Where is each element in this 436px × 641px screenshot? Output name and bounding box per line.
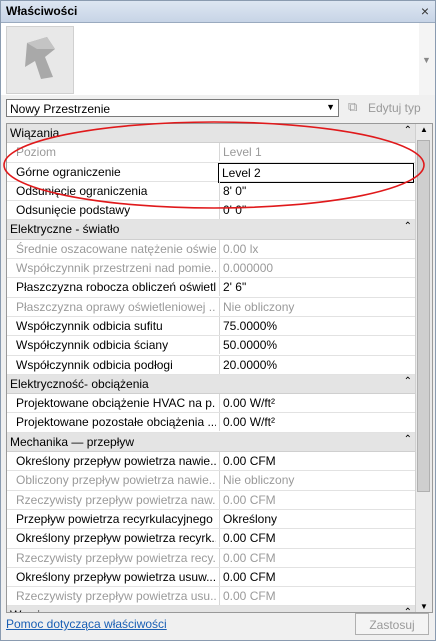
property-row: Płaszczyzna oprawy oświetleniowej ... Nie… [7, 297, 416, 317]
property-label: Określony przepływ powietrza nawie... [16, 454, 216, 469]
property-label: Płaszczyzna oprawy oświetleniowej ... [16, 299, 216, 314]
type-selector-row: Nowy Przestrzenie ▼ ⧉ Edytuj typ [1, 96, 435, 120]
edit-type-icon: ⧉ [348, 99, 358, 114]
property-label: Rzeczywisty przepływ powietrza usu... [16, 589, 216, 604]
property-label: Obliczony przepływ powietrza nawie... [16, 473, 216, 488]
property-value-field: 0.000000 [219, 259, 416, 278]
property-row: Współczynnik przestrzeni nad pomie... 0.0… [7, 259, 416, 279]
room-type-icon [6, 26, 74, 94]
property-value-field: 0.00 CFM [219, 587, 416, 606]
property-value-field[interactable]: 0.00 CFM [219, 529, 416, 548]
property-row: Rzeczywisty przepływ powietrza usu... 0.0… [7, 587, 416, 607]
property-value-field: 0.00 CFM [219, 548, 416, 567]
property-label: Płaszczyzna robocza obliczeń oświetl... [16, 280, 216, 295]
property-row: Odsunięcie podstawy 0' 0" [7, 201, 416, 221]
property-value-field: 0.00 lx [219, 239, 416, 258]
type-preview-area: ▼ [1, 23, 435, 95]
property-row: Średnie oszacowane natężenie oświe... 0.0… [7, 239, 416, 260]
property-label: Współczynnik odbicia sufitu [16, 318, 163, 333]
property-value-field[interactable]: 0.00 CFM [219, 567, 416, 586]
chevron-double-up-icon[interactable]: ⌃ [404, 125, 412, 136]
group-label: Wiązania [10, 126, 60, 140]
property-row: Określony przepływ powietrza nawie... 0.0… [7, 452, 416, 472]
property-value-field: 0.00 CFM [219, 490, 416, 509]
property-row: Określony przepływ powietrza recyrk... 0.… [7, 529, 416, 549]
property-row: Współczynnik odbicia podłogi 20.0000% [7, 355, 416, 375]
property-label: Współczynnik przestrzeni nad pomie... [16, 261, 216, 276]
properties-rows: Wiązania ⌃ Poziom Level 1 Górne ograniczenie… [7, 124, 416, 612]
property-row: Obliczony przepływ powietrza nawie... Nie… [7, 471, 416, 491]
property-row: Określony przepływ powietrza usuw... 0.00… [7, 567, 416, 588]
chevron-double-up-icon[interactable]: ⌃ [404, 434, 412, 445]
property-label: Górne ograniczenie [16, 164, 121, 179]
chevron-double-up-icon[interactable]: ⌃ [404, 221, 412, 232]
property-label: Projektowane pozostałe obciążenia ... [16, 415, 216, 430]
property-value-field[interactable]: 0.00 W/ft² [219, 394, 416, 413]
type-selector-dropdown[interactable]: Nowy Przestrzenie ▼ [6, 99, 339, 117]
chevron-down-icon[interactable]: ▼ [422, 55, 431, 65]
property-label: Rzeczywisty przepływ powietrza naw... [16, 492, 216, 507]
scroll-up-icon[interactable]: ▲ [420, 125, 428, 134]
group-header[interactable]: Mechanika — przepływ ⌃ [7, 432, 416, 453]
property-value-field[interactable]: Określony [219, 509, 416, 528]
edit-type-label: Edytuj typ [368, 101, 421, 115]
edit-type-button[interactable]: ⧉ Edytuj typ [346, 99, 430, 117]
property-label: Średnie oszacowane natężenie oświe... [16, 241, 216, 256]
property-row: Współczynnik odbicia ściany 50.0000% [7, 336, 416, 356]
property-row: Współczynnik odbicia sufitu 75.0000% [7, 316, 416, 337]
property-value-field[interactable]: 0.00 CFM [219, 452, 416, 471]
apply-button[interactable]: Zastosuj [355, 613, 429, 635]
property-label: Rzeczywisty przepływ powietrza recy... [16, 550, 216, 565]
property-row: Płaszczyzna robocza obliczeń oświetl... 2… [7, 278, 416, 298]
property-value-field[interactable]: 2' 6" [219, 278, 416, 297]
property-value-field: Level 1 [219, 143, 416, 162]
group-header[interactable]: Elektryczne - światło ⌃ [7, 220, 416, 240]
scrollbar-thumb[interactable] [417, 140, 430, 492]
type-list-scrollbar[interactable]: ▼ [419, 23, 435, 95]
properties-grid: Wiązania ⌃ Poziom Level 1 Górne ograniczenie… [6, 123, 433, 613]
property-row: Projektowane obciążenie HVAC na p... 0.00… [7, 394, 416, 414]
property-row: Odsunięcie ograniczenia 8' 0" [7, 181, 416, 202]
property-label: Odsunięcie ograniczenia [16, 183, 148, 198]
group-label: Mechanika — przepływ [10, 434, 135, 449]
property-row: Rzeczywisty przepływ powietrza naw... 0.0… [7, 490, 416, 510]
property-value-field: Nie obliczony [219, 297, 416, 316]
property-row: Przepływ powietrza recyrkulacyjnego Okreś… [7, 509, 416, 530]
type-selector-value: Nowy Przestrzenie [10, 102, 111, 116]
property-value-field[interactable]: 8' 0" [219, 181, 416, 200]
property-label: Projektowane obciążenie HVAC na p... [16, 396, 216, 411]
property-label: Określony przepływ powietrza usuw... [16, 569, 216, 584]
palette-footer: Pomoc dotycząca właściwości Zastosuj [1, 611, 435, 640]
title-bar[interactable]: Właściwości × [1, 1, 435, 23]
property-label: Współczynnik odbicia ściany [16, 338, 169, 353]
property-label: Poziom [16, 145, 57, 160]
group-label: Elektryczność- obciążenia [10, 376, 149, 391]
help-link[interactable]: Pomoc dotycząca właściwości [6, 617, 167, 631]
property-value-field[interactable]: 20.0000% [219, 355, 416, 374]
property-value-field[interactable]: 75.0000% [219, 316, 416, 335]
group-header[interactable]: Elektryczność- obciążenia ⌃ [7, 374, 416, 395]
property-label: Współczynnik odbicia podłogi [16, 357, 173, 372]
group-label: Elektryczne - światło [10, 222, 120, 237]
property-value-field[interactable]: 0' 0" [219, 201, 416, 220]
property-label: Przepływ powietrza recyrkulacyjnego [16, 511, 213, 526]
property-label: Określony przepływ powietrza recyrk... [16, 531, 216, 546]
property-value-field[interactable]: Level 2 [218, 162, 414, 183]
property-value-field[interactable]: 50.0000% [219, 336, 416, 355]
scroll-down-icon[interactable]: ▼ [420, 602, 428, 611]
property-value-field: Nie obliczony [219, 471, 416, 490]
chevron-down-icon[interactable]: ▼ [326, 102, 335, 112]
property-row: Górne ograniczenie Level 2 [7, 162, 416, 183]
palette-title: Właściwości [6, 4, 78, 18]
property-row: Poziom Level 1 [7, 143, 416, 163]
properties-palette: Właściwości × ▼ Nowy Przestrzenie ▼ ⧉ Ed… [0, 0, 436, 641]
group-header[interactable]: Wiązania ⌃ [7, 124, 416, 144]
property-label: Odsunięcie podstawy [16, 203, 131, 218]
properties-scrollbar[interactable]: ▲ ▼ [415, 124, 432, 612]
property-value-field[interactable]: 0.00 W/ft² [219, 413, 416, 432]
chevron-double-up-icon[interactable]: ⌃ [404, 376, 412, 387]
close-icon[interactable]: × [421, 3, 429, 19]
property-row: Projektowane pozostałe obciążenia ... 0.0… [7, 413, 416, 433]
property-row: Rzeczywisty przepływ powietrza recy... 0.… [7, 548, 416, 568]
